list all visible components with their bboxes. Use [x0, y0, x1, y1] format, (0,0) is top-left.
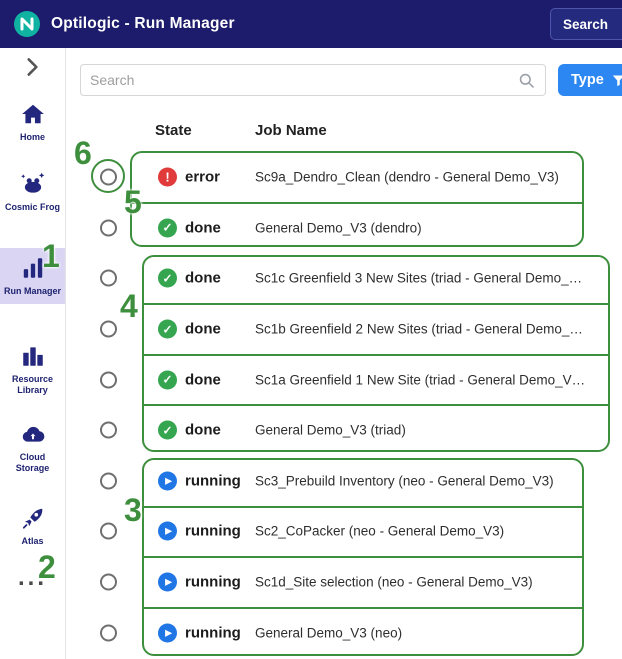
row-radio-button[interactable]	[100, 320, 117, 338]
state-label: done	[185, 219, 221, 237]
job-name: Sc3_Prebuild Inventory (neo - General De…	[255, 473, 554, 489]
atlas-icon	[22, 508, 42, 529]
sidebar-expand-button[interactable]	[19, 54, 45, 80]
sidebar-item-label: Cosmic Frog	[4, 202, 60, 212]
done-icon	[158, 268, 177, 288]
sidebar-item-label: Atlas	[21, 536, 44, 546]
table-header: State Job Name	[66, 122, 622, 148]
state-label: error	[185, 168, 221, 186]
running-icon	[158, 623, 177, 643]
table-row[interactable]: running Sc2_CoPacker (neo - General Demo…	[66, 506, 622, 557]
home-icon	[21, 104, 44, 124]
optilogic-logo-icon	[13, 10, 41, 38]
top-bar: Optilogic - Run Manager Search	[0, 0, 622, 48]
job-name: Sc9a_Dendro_Clean (dendro - General Demo…	[255, 169, 559, 185]
chevron-right-icon	[27, 58, 38, 76]
sidebar-item-label: Resource Library	[11, 374, 54, 395]
row-radio-button[interactable]	[100, 472, 117, 490]
table-row[interactable]: done General Demo_V3 (dendro)	[66, 202, 622, 254]
done-icon	[158, 218, 177, 238]
sidebar-item-run-manager[interactable]: Run Manager	[0, 248, 65, 304]
type-filter-button[interactable]: Type	[558, 64, 622, 96]
state-label: done	[185, 421, 221, 439]
cloud-storage-icon	[22, 426, 44, 442]
row-radio-button[interactable]	[100, 522, 117, 540]
sidebar-item-cloud-storage[interactable]: Cloud Storage	[0, 414, 65, 481]
done-icon	[158, 319, 177, 339]
search-input[interactable]	[90, 72, 517, 88]
state-label: running	[185, 472, 241, 490]
row-radio-button[interactable]	[100, 573, 117, 591]
run-manager-panel: Type State Job Name error Sc9a_Dendro_Cl…	[66, 48, 622, 659]
table-row[interactable]: error Sc9a_Dendro_Clean (dendro - Genera…	[66, 152, 622, 203]
column-header-state: State	[155, 122, 192, 139]
row-radio-button[interactable]	[100, 421, 117, 439]
table-row[interactable]: done Sc1a Greenfield 1 New Site (triad -…	[66, 354, 622, 405]
sidebar-item-home[interactable]: Home	[0, 94, 65, 150]
job-name: General Demo_V3 (triad)	[255, 422, 406, 438]
global-search-button[interactable]: Search	[550, 8, 622, 40]
sidebar-item-atlas[interactable]: Atlas	[0, 498, 65, 554]
state-label: done	[185, 371, 221, 389]
sidebar-item-label: Run Manager	[3, 286, 61, 296]
running-icon	[158, 471, 177, 491]
row-radio-button[interactable]	[100, 168, 117, 186]
sidebar-item-label: Cloud Storage	[15, 452, 50, 473]
table-row[interactable]: running Sc1d_Site selection (neo - Gener…	[66, 556, 622, 608]
table-row[interactable]: done Sc1b Greenfield 2 New Sites (triad …	[66, 303, 622, 355]
row-radio-button[interactable]	[100, 371, 117, 389]
job-name: General Demo_V3 (neo)	[255, 625, 403, 641]
search-box	[80, 64, 546, 96]
job-name: General Demo_V3 (dendro)	[255, 220, 422, 236]
state-label: running	[185, 624, 241, 642]
error-icon	[158, 167, 177, 187]
app-window: Optilogic - Run Manager Search Home Cosm…	[0, 0, 622, 659]
done-icon	[158, 370, 177, 390]
column-header-job-name: Job Name	[255, 122, 327, 139]
state-label: running	[185, 573, 241, 591]
sidebar-item-resource-library[interactable]: Resource Library	[0, 336, 65, 403]
row-radio-button[interactable]	[100, 219, 117, 237]
filter-funnel-icon	[612, 75, 622, 86]
job-table: error Sc9a_Dendro_Clean (dendro - Genera…	[66, 152, 622, 658]
table-row[interactable]: running General Demo_V3 (neo)	[66, 607, 622, 658]
job-name: Sc2_CoPacker (neo - General Demo_V3)	[255, 523, 505, 539]
page-title: Optilogic - Run Manager	[51, 15, 235, 32]
row-radio-button[interactable]	[100, 624, 117, 642]
table-row[interactable]: done Sc1c Greenfield 3 New Sites (triad …	[66, 253, 622, 304]
sidebar-overflow-button[interactable]: ...	[0, 564, 65, 592]
state-label: done	[185, 320, 221, 338]
running-icon	[158, 572, 177, 592]
done-icon	[158, 420, 177, 440]
run-manager-icon	[23, 258, 42, 278]
resource-library-icon	[22, 347, 43, 366]
sidebar-item-cosmic-frog[interactable]: Cosmic Frog	[0, 164, 65, 220]
sidebar: Home Cosmic Frog Run Manager Resource Li…	[0, 48, 66, 659]
table-row[interactable]: running Sc3_Prebuild Inventory (neo - Ge…	[66, 455, 622, 507]
cosmic-frog-icon	[20, 172, 44, 193]
type-filter-label: Type	[571, 72, 604, 88]
job-name: Sc1c Greenfield 3 New Sites (triad - Gen…	[255, 270, 583, 286]
sidebar-item-label: Home	[19, 132, 45, 142]
running-icon	[158, 521, 177, 541]
state-label: done	[185, 269, 221, 287]
row-radio-button[interactable]	[100, 269, 117, 287]
job-name: Sc1d_Site selection (neo - General Demo_…	[255, 574, 533, 590]
job-name: Sc1b Greenfield 2 New Sites (triad - Gen…	[255, 321, 583, 337]
search-icon	[519, 73, 534, 88]
job-name: Sc1a Greenfield 1 New Site (triad - Gene…	[255, 372, 586, 388]
table-row[interactable]: done General Demo_V3 (triad)	[66, 404, 622, 456]
state-label: running	[185, 522, 241, 540]
